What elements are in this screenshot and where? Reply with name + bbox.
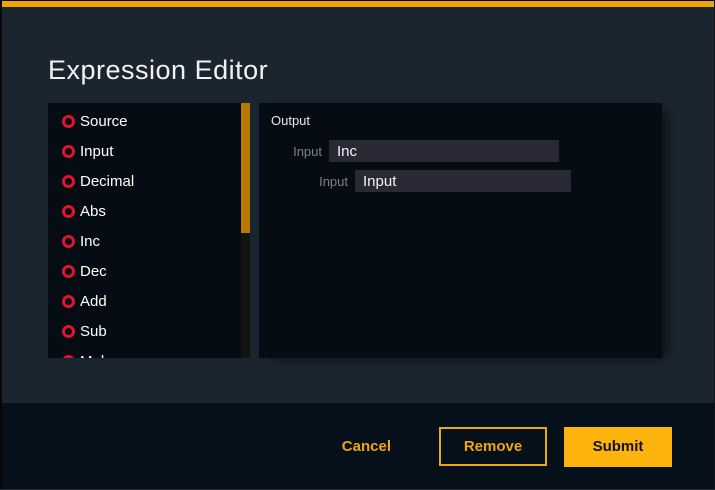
list-item-source[interactable]: Source — [48, 106, 250, 136]
list-item-sub[interactable]: Sub — [48, 316, 250, 346]
input-field-label: Input — [259, 144, 322, 159]
ring-icon — [62, 355, 75, 359]
ring-icon — [62, 115, 75, 128]
ring-icon — [62, 325, 75, 338]
list-item-abs[interactable]: Abs — [48, 196, 250, 226]
list-item-label: Inc — [80, 233, 100, 250]
nested-field-row: Input — [259, 170, 662, 192]
submit-button[interactable]: Submit — [564, 427, 672, 467]
ring-icon — [62, 265, 75, 278]
list-item-input[interactable]: Input — [48, 136, 250, 166]
ring-icon — [62, 235, 75, 248]
list-item-label: Source — [80, 113, 128, 130]
remove-button[interactable]: Remove — [439, 427, 547, 466]
output-name-input[interactable] — [329, 140, 559, 162]
list-item-label: Input — [80, 143, 113, 160]
output-field-row: Input — [259, 140, 662, 162]
list-scrollbar-thumb[interactable] — [241, 103, 250, 233]
window-top-border — [0, 0, 715, 1]
list-item-label: Decimal — [80, 173, 134, 190]
list-item-label: Abs — [80, 203, 106, 220]
list-item-label: Mul — [80, 353, 104, 359]
function-list-panel: Source Input Decimal Abs Inc Dec Add Su — [48, 103, 250, 358]
nested-input-field[interactable] — [355, 170, 571, 192]
list-item-decimal[interactable]: Decimal — [48, 166, 250, 196]
expression-editor-dialog: Expression Editor Source Input Decimal A… — [0, 0, 715, 490]
input-field-label: Input — [259, 174, 348, 189]
list-item-label: Sub — [80, 323, 107, 340]
list-item-label: Dec — [80, 263, 107, 280]
ring-icon — [62, 175, 75, 188]
ring-icon — [62, 205, 75, 218]
list-item-inc[interactable]: Inc — [48, 226, 250, 256]
footer-bar: Cancel Remove Submit — [0, 403, 715, 490]
dialog-title: Expression Editor — [48, 55, 268, 86]
window-left-border — [0, 0, 2, 490]
list-item-dec[interactable]: Dec — [48, 256, 250, 286]
accent-bar — [0, 1, 715, 7]
ring-icon — [62, 145, 75, 158]
cancel-button[interactable]: Cancel — [342, 438, 391, 455]
output-panel-title: Output — [259, 103, 662, 128]
list-item-add[interactable]: Add — [48, 286, 250, 316]
list-item-label: Add — [80, 293, 107, 310]
output-panel: Output Input Input — [259, 103, 662, 358]
ring-icon — [62, 295, 75, 308]
list-scrollbar[interactable] — [241, 103, 250, 358]
list-item-mul[interactable]: Mul — [48, 346, 250, 358]
